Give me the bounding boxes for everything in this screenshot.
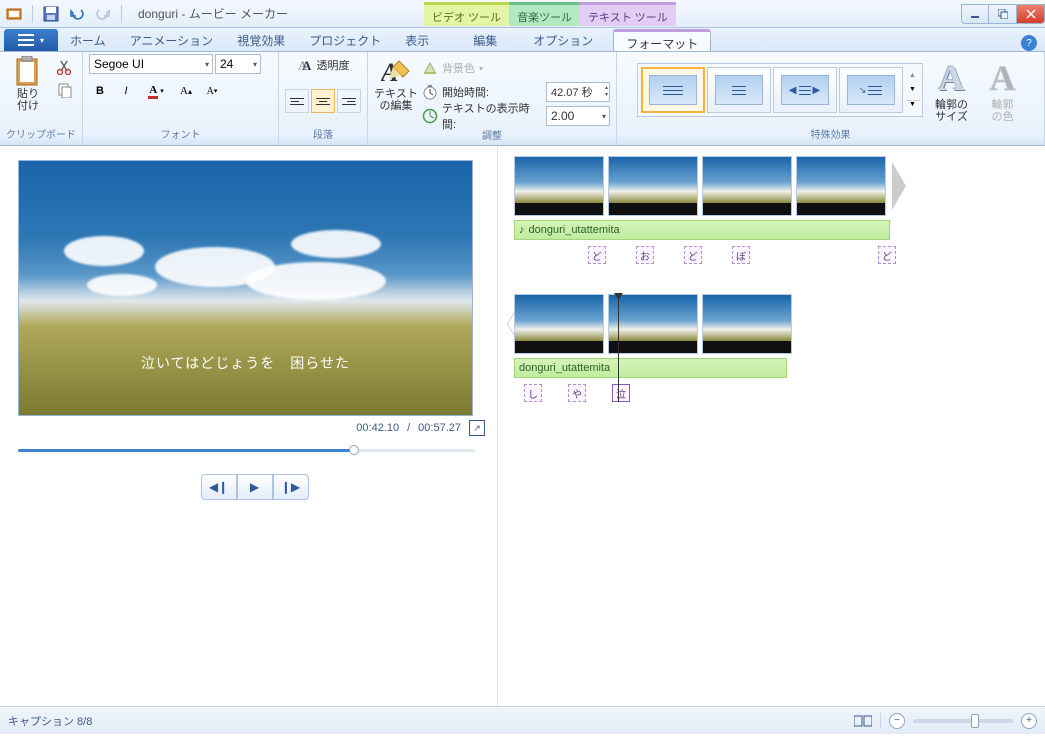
outline-size-button[interactable]: A 輪郭の サイズ (927, 55, 977, 125)
italic-button[interactable]: I (115, 80, 137, 102)
app-icon (6, 6, 22, 22)
group-adjust: A テキスト の編集 背景色 ▾ 開始時間: 42.07 秒 テキストの表示時間… (368, 52, 617, 145)
tab-format[interactable]: フォーマット (613, 29, 711, 51)
edit-text-icon: A (380, 56, 412, 88)
bgcolor-icon (422, 60, 438, 76)
start-time-input[interactable]: 42.07 秒 (546, 82, 610, 102)
grow-font-button[interactable]: A▴ (175, 80, 197, 102)
effect-2[interactable] (707, 67, 771, 113)
effect-4[interactable]: ↘ (839, 67, 903, 113)
transparency-icon: AA (297, 57, 313, 73)
audio-track-2[interactable]: donguri_utattemita (514, 358, 787, 378)
redo-icon[interactable] (95, 6, 111, 22)
text-marker[interactable]: ぼ (732, 246, 750, 264)
contextual-tab-audio[interactable]: 音楽ツール (509, 2, 580, 26)
align-left-button[interactable] (285, 89, 309, 113)
time-total: 00:57.27 (418, 422, 461, 434)
effects-scroll-up[interactable]: ▲ (906, 72, 920, 79)
minimize-button[interactable] (961, 4, 989, 24)
text-marker[interactable]: や (568, 384, 586, 402)
ribbon-tabstrip: ホーム アニメーション 視覚効果 プロジェクト 表示 編集 オプション フォーマ… (0, 28, 1045, 52)
effect-1[interactable] (641, 67, 705, 113)
font-name-combo[interactable]: Segoe UI (89, 54, 213, 74)
bold-button[interactable]: B (89, 80, 111, 102)
effects-expand[interactable]: ▼ (906, 100, 920, 108)
group-paragraph: AA 透明度 段落 (279, 52, 368, 145)
help-icon[interactable]: ? (1021, 35, 1037, 51)
zoom-in-button[interactable]: + (1021, 713, 1037, 729)
contextual-tab-video[interactable]: ビデオ ツール (424, 2, 509, 26)
status-caption: キャプション 8/8 (8, 713, 92, 729)
save-icon[interactable] (43, 6, 59, 22)
next-frame-button[interactable]: ❙▶ (273, 474, 309, 500)
start-time-label: 開始時間: (442, 84, 542, 100)
close-button[interactable] (1017, 4, 1045, 24)
audio-track-1[interactable]: ♪donguri_utattemita (514, 220, 890, 240)
preview-pane: 泣いてはどじょうを 困らせた 00:42.10/00:57.27 ↗ ◀❙ ▶ … (0, 146, 498, 706)
maximize-button[interactable] (989, 4, 1017, 24)
clip-end-marker (892, 162, 906, 210)
fullscreen-icon[interactable]: ↗ (469, 420, 485, 436)
bgcolor-button: 背景色 (442, 60, 475, 76)
titlebar: donguri - ムービー メーカー ビデオ ツール 音楽ツール テキスト ツ… (0, 0, 1045, 28)
workspace: 泣いてはどじょうを 困らせた 00:42.10/00:57.27 ↗ ◀❙ ▶ … (0, 146, 1045, 706)
cut-button[interactable] (54, 57, 76, 77)
text-marker[interactable]: ど (878, 246, 896, 264)
align-center-button[interactable] (311, 89, 335, 113)
group-effects: ◀▶ ↘ ▲ ▼ ▼ A 輪郭の サイズ A 輪郭 の色 特殊効果 (617, 52, 1045, 145)
time-current: 00:42.10 (356, 422, 399, 434)
shrink-font-button[interactable]: A▾ (201, 80, 223, 102)
zoom-slider[interactable] (913, 719, 1013, 723)
copy-button[interactable] (54, 80, 76, 100)
duration-icon (422, 108, 438, 124)
zoom-out-button[interactable]: − (889, 713, 905, 729)
effect-3[interactable]: ◀▶ (773, 67, 837, 113)
font-color-button[interactable]: A▾ (141, 80, 171, 102)
outline-color-button: A 輪郭 の色 (981, 55, 1025, 125)
display-time-input[interactable]: 2.00 (546, 106, 610, 126)
tab-option[interactable]: オプション (521, 29, 605, 51)
ribbon: 貼り 付け クリップボード Segoe UI 24 B I (0, 52, 1045, 146)
contextual-tab-text[interactable]: テキスト ツール (580, 2, 676, 26)
tab-view[interactable]: 表示 (393, 29, 441, 51)
font-size-combo[interactable]: 24 (215, 54, 261, 74)
tab-animation[interactable]: アニメーション (118, 29, 226, 51)
music-note-icon: ♪ (519, 224, 525, 236)
paste-button[interactable]: 貼り 付け (6, 54, 50, 114)
text-marker[interactable]: ど (684, 246, 702, 264)
group-clipboard: 貼り 付け クリップボード (0, 52, 83, 145)
group-font: Segoe UI 24 B I A▾ A▴ A▾ フォント (83, 52, 279, 145)
window-title: donguri - ムービー メーカー (138, 5, 288, 22)
text-marker[interactable]: ど (588, 246, 606, 264)
text-marker[interactable]: し (524, 384, 542, 402)
clipboard-icon (12, 56, 44, 88)
preview-caption: 泣いてはどじょうを 困らせた (19, 353, 472, 373)
view-switcher-icon[interactable] (854, 714, 872, 728)
file-menu[interactable] (4, 29, 58, 51)
tab-visual[interactable]: 視覚効果 (225, 29, 297, 51)
text-marker[interactable]: お (636, 246, 654, 264)
video-track-2[interactable] (514, 294, 890, 354)
tab-project[interactable]: プロジェクト (297, 29, 393, 51)
seek-bar[interactable] (18, 446, 475, 456)
tab-home[interactable]: ホーム (58, 29, 118, 51)
undo-icon[interactable] (69, 6, 85, 22)
play-button[interactable]: ▶ (237, 474, 273, 500)
tab-edit[interactable]: 編集 (461, 29, 509, 51)
svg-text:A: A (302, 58, 312, 73)
statusbar: キャプション 8/8 − + (0, 706, 1045, 734)
clock-icon (422, 84, 438, 100)
align-right-button[interactable] (337, 89, 361, 113)
prev-frame-button[interactable]: ◀❙ (201, 474, 237, 500)
playhead[interactable] (618, 294, 619, 402)
video-track-1[interactable] (514, 156, 890, 216)
edit-text-button[interactable]: A テキスト の編集 (374, 54, 418, 114)
video-preview[interactable]: 泣いてはどじょうを 困らせた (18, 160, 473, 416)
text-markers-2: し や 泣 (514, 384, 1029, 402)
timeline-pane: ♪donguri_utattemita ど お ど ぼ ど donguri_ut… (498, 146, 1045, 706)
effects-scroll-down[interactable]: ▼ (906, 86, 920, 93)
text-markers-1: ど お ど ぼ ど (514, 246, 1029, 264)
text-marker-active[interactable]: 泣 (612, 384, 630, 402)
transparency-button[interactable]: 透明度 (317, 57, 350, 73)
